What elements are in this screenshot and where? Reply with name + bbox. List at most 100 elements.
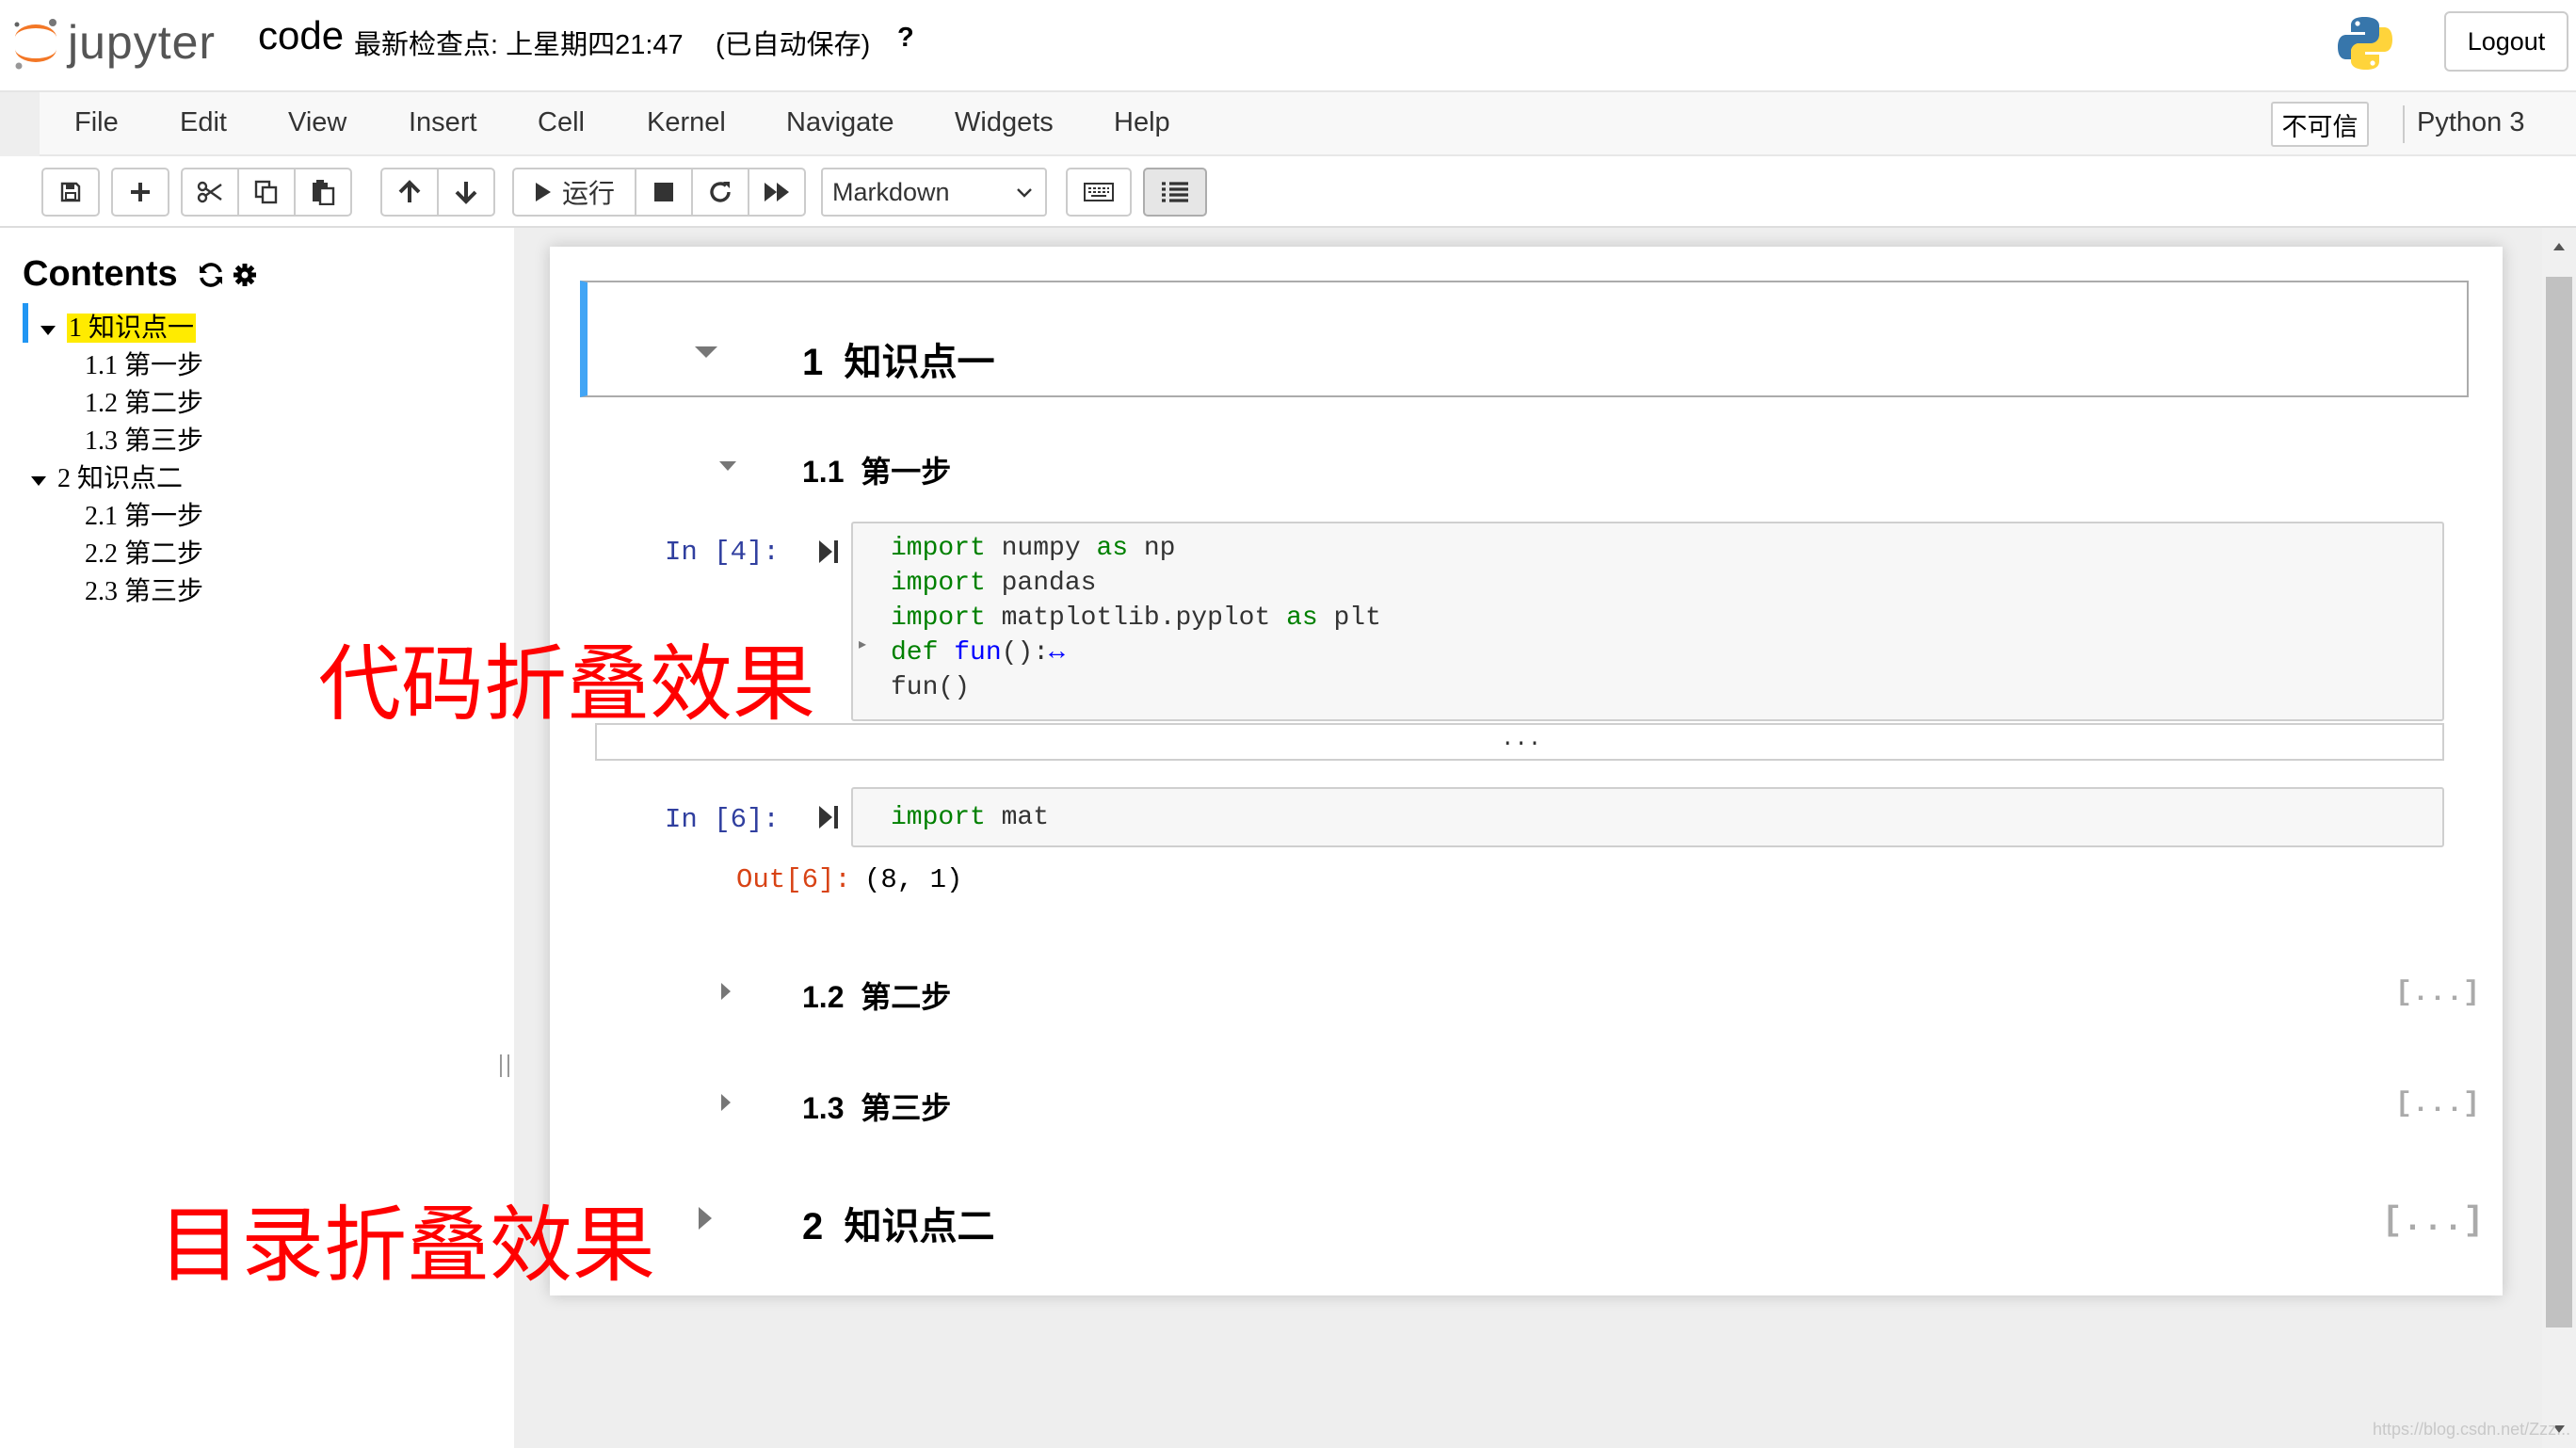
heading-expand-caret-icon[interactable] bbox=[719, 1092, 733, 1113]
heading-text: 第一步 bbox=[861, 455, 952, 489]
menu-widgets[interactable]: Widgets bbox=[955, 107, 1054, 138]
copy-icon bbox=[254, 180, 278, 204]
heading-expand-caret-icon[interactable] bbox=[719, 981, 733, 1002]
run-button[interactable]: 运行 bbox=[512, 168, 636, 217]
toc-item-2-1[interactable]: 2.1 第一步 bbox=[85, 495, 203, 533]
heading-text: 知识点一 bbox=[844, 342, 995, 383]
caret-down-icon[interactable] bbox=[40, 324, 56, 337]
heading-collapse-caret-icon[interactable] bbox=[717, 459, 738, 473]
code-line: fun() bbox=[891, 673, 971, 702]
menu-navigate[interactable]: Navigate bbox=[786, 107, 894, 138]
menu-view[interactable]: View bbox=[288, 107, 346, 138]
toc-item-2-2[interactable]: 2.2 第二步 bbox=[85, 533, 203, 571]
heading-h2: 1.3 第三步 bbox=[802, 1085, 951, 1128]
toc-item-2[interactable]: 2 知识点二 bbox=[30, 458, 183, 495]
annotation-toc-fold: 目录折叠效果 bbox=[158, 1199, 656, 1292]
cell-type-value: Markdown bbox=[832, 177, 950, 206]
cell-type-select[interactable]: Markdown bbox=[821, 168, 1047, 217]
toc-item-label: 知识点一 bbox=[89, 314, 195, 343]
jupyter-logo[interactable]: jupyter bbox=[9, 9, 216, 75]
run-cell-icon[interactable] bbox=[817, 804, 840, 830]
toc-item-label: 第二步 bbox=[124, 539, 204, 569]
scissors-icon bbox=[197, 181, 222, 203]
menu-file[interactable]: File bbox=[74, 107, 119, 138]
folded-code-marker[interactable]: ↔ bbox=[1049, 638, 1065, 668]
help-icon[interactable]: ? bbox=[897, 23, 914, 54]
toolbar: 运行 Markdown bbox=[0, 156, 2576, 228]
toc-item-1-2[interactable]: 1.2 第二步 bbox=[85, 382, 203, 420]
sidebar-resize-handle[interactable] bbox=[500, 1054, 509, 1077]
heading-number: 1.2 bbox=[802, 980, 845, 1014]
python-logo-icon bbox=[2335, 13, 2395, 78]
notebook-page: 1 知识点一 1.1 第一步 In [4]: import numpy as n… bbox=[550, 247, 2503, 1295]
command-palette-button[interactable] bbox=[1066, 168, 1132, 217]
toc-item-2-3[interactable]: 2.3 第三步 bbox=[85, 571, 203, 608]
heading-collapse-caret-icon[interactable] bbox=[693, 345, 719, 360]
menu-edit[interactable]: Edit bbox=[180, 107, 227, 138]
cell-output-text: (8, 1) bbox=[864, 864, 963, 895]
notebook-name[interactable]: code bbox=[258, 13, 344, 58]
insert-cell-button[interactable] bbox=[111, 168, 169, 217]
toc-item-label: 第三步 bbox=[124, 577, 204, 606]
refresh-icon bbox=[710, 182, 731, 202]
heading-number: 1.1 bbox=[802, 455, 845, 489]
copy-button[interactable] bbox=[237, 168, 296, 217]
scroll-thumb[interactable] bbox=[2546, 277, 2572, 1327]
toc-item-num: 2.1 bbox=[85, 502, 118, 531]
code-line: def fun():↔ bbox=[891, 638, 1065, 668]
toc-item-label: 知识点二 bbox=[77, 464, 184, 493]
arrow-down-icon bbox=[455, 182, 477, 204]
restart-button[interactable] bbox=[691, 168, 749, 217]
interrupt-button[interactable] bbox=[635, 168, 693, 217]
heading-expand-caret-icon[interactable] bbox=[697, 1205, 714, 1231]
refresh-icon[interactable] bbox=[198, 262, 224, 288]
logout-button[interactable]: Logout bbox=[2444, 11, 2568, 72]
heading-text: 第二步 bbox=[861, 980, 952, 1014]
menu-help[interactable]: Help bbox=[1114, 107, 1170, 138]
kernel-name[interactable]: Python 3 bbox=[2417, 107, 2524, 138]
code-input-area[interactable]: import mat bbox=[851, 787, 2444, 847]
menu-insert[interactable]: Insert bbox=[409, 107, 477, 138]
not-trusted-button[interactable]: 不可信 bbox=[2271, 102, 2369, 147]
heading-h1: 2 知识点二 bbox=[802, 1196, 994, 1250]
caret-down-icon[interactable] bbox=[30, 475, 47, 488]
fold-gutter-icon[interactable]: ▸ bbox=[859, 635, 866, 653]
collapsed-section-marker[interactable]: [...] bbox=[2395, 1088, 2480, 1120]
toc-item-num: 2.2 bbox=[85, 539, 118, 569]
chevron-down-icon bbox=[1017, 188, 1032, 198]
move-down-button[interactable] bbox=[437, 168, 495, 217]
toc-item-1[interactable]: 1 知识点一 bbox=[40, 307, 197, 345]
collapsed-section-marker[interactable]: [...] bbox=[2395, 977, 2480, 1009]
run-cell-icon[interactable] bbox=[817, 539, 840, 565]
cut-button[interactable] bbox=[181, 168, 239, 217]
page-scrollbar[interactable] bbox=[2542, 228, 2576, 1448]
collapsed-section-marker[interactable]: [...] bbox=[2382, 1201, 2484, 1240]
heading-number: 2 bbox=[802, 1206, 824, 1247]
toc-item-num: 1.3 bbox=[85, 426, 118, 456]
toc-item-1-3[interactable]: 1.3 第三步 bbox=[85, 420, 203, 458]
save-button[interactable] bbox=[41, 168, 100, 217]
toc-toggle-button[interactable] bbox=[1143, 168, 1207, 217]
code-input-area[interactable]: import numpy as np import pandas import … bbox=[851, 522, 2444, 721]
menu-cell[interactable]: Cell bbox=[538, 107, 585, 138]
jupyter-wordmark: jupyter bbox=[68, 16, 217, 69]
move-up-button[interactable] bbox=[380, 168, 439, 217]
cell-input-prompt: In [4]: bbox=[665, 537, 780, 568]
heading-h2: 1.2 第二步 bbox=[802, 973, 951, 1017]
restart-run-all-button[interactable] bbox=[748, 168, 806, 217]
toc-item-label: 第二步 bbox=[124, 389, 204, 418]
paste-button[interactable] bbox=[294, 168, 352, 217]
watermark: https://blog.csdn.net/Zzz... bbox=[2373, 1420, 2571, 1439]
save-icon bbox=[60, 182, 81, 202]
code-line: import pandas bbox=[891, 569, 1097, 598]
menu-kernel[interactable]: Kernel bbox=[647, 107, 726, 138]
stop-icon bbox=[654, 183, 673, 201]
toc-item-label: 第一步 bbox=[124, 351, 204, 380]
collapsed-output[interactable]: ... bbox=[595, 723, 2444, 761]
gear-icon[interactable] bbox=[232, 262, 258, 288]
arrow-up-icon bbox=[398, 180, 421, 202]
toc-item-num: 2.3 bbox=[85, 577, 118, 606]
keyboard-icon bbox=[1084, 183, 1114, 201]
toc-item-1-1[interactable]: 1.1 第一步 bbox=[85, 345, 203, 382]
scroll-up-arrow-icon[interactable] bbox=[2552, 241, 2567, 252]
